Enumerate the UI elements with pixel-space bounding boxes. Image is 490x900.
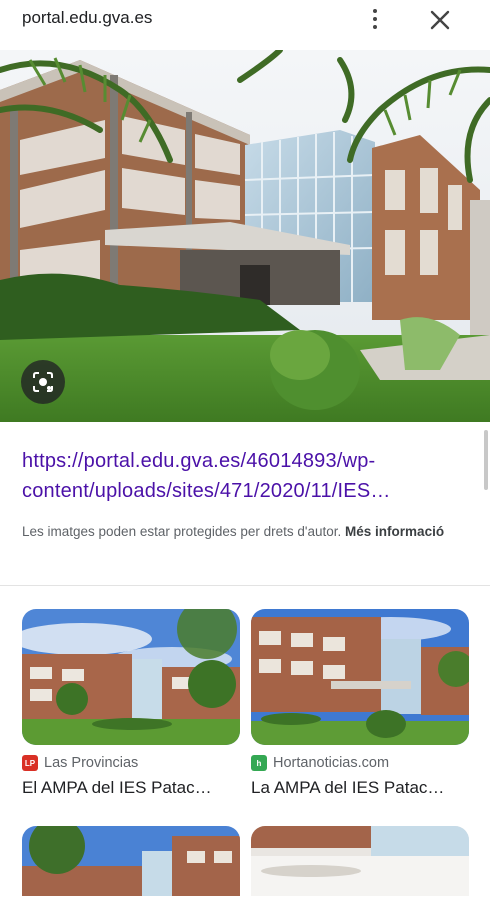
more-vert-icon[interactable] bbox=[364, 6, 386, 32]
related-title[interactable]: La AMPA del IES Patac… bbox=[251, 778, 469, 798]
related-card[interactable]: h Hortanoticias.com La AMPA del IES Pata… bbox=[251, 609, 469, 798]
hortanoticias-logo-icon: h bbox=[251, 755, 267, 771]
more-info-link[interactable]: Més informació bbox=[345, 524, 444, 539]
source-name: Las Provincias bbox=[44, 755, 139, 771]
page-domain: portal.edu.gva.es bbox=[22, 8, 153, 27]
related-title[interactable]: El AMPA del IES Patac… bbox=[22, 778, 240, 798]
lens-button[interactable] bbox=[21, 360, 65, 404]
divider bbox=[0, 585, 490, 586]
related-thumbnail[interactable] bbox=[22, 609, 240, 745]
top-bar: portal.edu.gva.es bbox=[0, 0, 490, 50]
hero-image[interactable] bbox=[0, 50, 490, 422]
source-row: LP Las Provincias bbox=[22, 753, 240, 773]
scrollbar[interactable] bbox=[484, 430, 488, 490]
related-card[interactable]: LP Las Provincias El AMPA del IES Patac… bbox=[22, 609, 240, 798]
related-thumbnail[interactable] bbox=[251, 826, 469, 896]
lens-icon bbox=[33, 372, 53, 392]
related-thumbnail[interactable] bbox=[22, 826, 240, 896]
close-icon[interactable] bbox=[428, 8, 452, 32]
source-row: h Hortanoticias.com bbox=[251, 753, 469, 773]
source-url-link[interactable]: https://portal.edu.gva.es/46014893/wp-co… bbox=[22, 446, 472, 506]
related-thumbnail[interactable] bbox=[251, 609, 469, 745]
copyright-text: Les imatges poden estar protegides per d… bbox=[22, 524, 342, 539]
copyright-notice: Les imatges poden estar protegides per d… bbox=[22, 521, 462, 543]
las-provincias-logo-icon: LP bbox=[22, 755, 38, 771]
source-name: Hortanoticias.com bbox=[273, 755, 390, 771]
